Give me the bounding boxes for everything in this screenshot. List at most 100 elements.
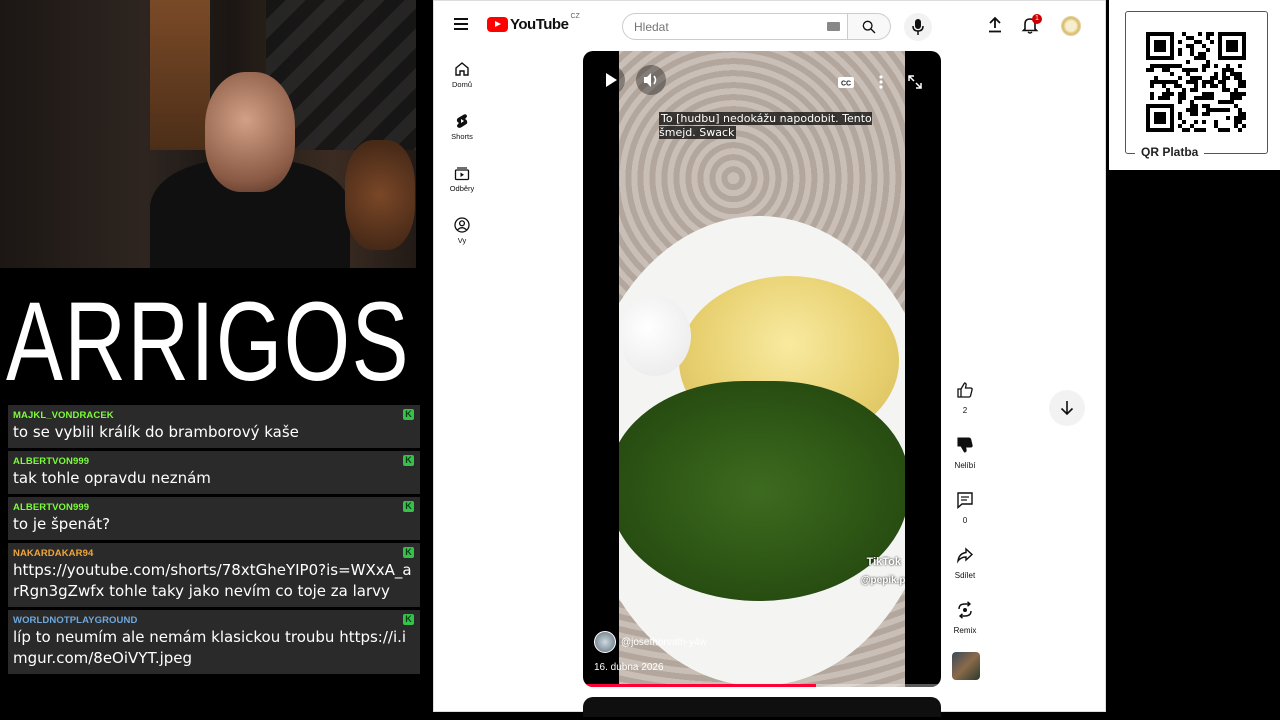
share-icon — [956, 547, 974, 564]
kick-badge-icon: K — [403, 501, 414, 512]
side-nav: Domů Shorts Odběry Vy — [434, 59, 490, 267]
thumbs-up-icon — [957, 382, 973, 398]
chat-message: NAKARDAKAR94 Khttps://youtube.com/shorts/… — [8, 543, 420, 607]
play-icon — [606, 73, 617, 87]
chat-username: ALBERTVON999 — [13, 456, 90, 467]
logo-word: YouTube — [510, 16, 569, 33]
create-button[interactable] — [986, 16, 1004, 39]
chat-message: ALBERTVON999 Kto je špenát? — [8, 497, 420, 540]
share-button[interactable]: Sdílet — [947, 546, 983, 601]
next-short-button[interactable] — [1049, 390, 1085, 426]
nav-shorts[interactable]: Shorts — [434, 111, 490, 163]
youtube-window: YouTube CZ Hledat 1 Domů Shorts Odběry V… — [433, 0, 1106, 717]
channel-avatar[interactable] — [594, 631, 616, 653]
comment-count: 0 — [962, 516, 968, 525]
qr-code — [1146, 32, 1246, 132]
channel-name[interactable]: @josefhorvath-y4w — [621, 637, 707, 648]
upload-icon — [989, 16, 1001, 33]
voice-search-button[interactable] — [904, 13, 932, 41]
microphone-icon — [912, 19, 924, 35]
dislike-label: Nelíbí — [954, 461, 976, 470]
account-avatar[interactable] — [1061, 16, 1081, 36]
keyboard-icon[interactable] — [827, 22, 840, 31]
logo-country: CZ — [570, 13, 580, 20]
chat-username: ALBERTVON999 — [13, 502, 90, 513]
nav-label: Domů — [451, 80, 472, 89]
remix-icon — [958, 601, 972, 619]
qr-payment-panel: QR Platba — [1109, 0, 1280, 170]
chat-panel: MAJKL_VONDRACEK Kto se vyblil králík do b… — [8, 405, 420, 677]
topbar: YouTube CZ Hledat 1 — [434, 1, 1105, 51]
chat-username: WORLDNOTPLAYGROUND — [13, 615, 138, 626]
arrow-down-icon — [1060, 401, 1074, 416]
chat-username: MAJKL_VONDRACEK — [13, 410, 114, 421]
fullscreen-button[interactable] — [900, 67, 930, 97]
qr-frame — [1125, 11, 1268, 154]
chat-text: tak tohle opravdu neznám — [13, 469, 211, 487]
cc-icon: CC — [838, 77, 854, 88]
channel-info[interactable]: @josefhorvath-y4w — [594, 631, 707, 653]
youtube-logo[interactable]: YouTube CZ — [487, 13, 580, 33]
subscriptions-icon — [454, 167, 470, 181]
sound-thumbnail[interactable] — [952, 652, 980, 680]
volume-button[interactable] — [636, 65, 666, 95]
progress-bar[interactable] — [583, 684, 941, 687]
chat-username: NAKARDAKAR94 — [13, 548, 94, 559]
thumbs-down-icon — [957, 437, 973, 453]
chat-text: to je špenát? — [13, 515, 111, 533]
notification-badge: 1 — [1032, 14, 1042, 24]
chat-text: https://youtube.com/shorts/78xtGheYIP0?i… — [13, 561, 412, 600]
chat-text: líp to neumím ale nemám klasickou troubu… — [13, 628, 407, 667]
tiktok-user-watermark: @pepik.pepano — [860, 575, 905, 586]
comments-button[interactable]: 0 — [947, 491, 983, 546]
search-icon — [862, 20, 876, 34]
logo-text: ARRIGOS — [6, 279, 410, 392]
more-vert-icon — [879, 75, 883, 89]
closed-caption: To [hudbu] nedokážu napodobit. Tento šme… — [659, 112, 907, 140]
notifications-button[interactable]: 1 — [1021, 14, 1042, 39]
like-button[interactable]: 2 — [947, 381, 983, 436]
search-input[interactable] — [634, 20, 814, 34]
search-button[interactable] — [848, 13, 891, 40]
kick-badge-icon: K — [403, 614, 414, 625]
menu-icon[interactable] — [454, 18, 468, 30]
channel-logo: ARRIGOS — [0, 262, 416, 404]
shorts-player[interactable]: TikTok @pepik.pepano To [hudbu] nedokážu… — [583, 51, 941, 687]
shorts-icon — [456, 114, 468, 128]
search-box[interactable] — [622, 13, 848, 40]
caption-text: To [hudbu] nedokážu napodobit. Tento šme… — [659, 112, 872, 139]
svg-text:CC: CC — [841, 81, 851, 88]
kick-badge-icon: K — [403, 409, 414, 420]
nav-home[interactable]: Domů — [434, 59, 490, 111]
nav-you[interactable]: Vy — [434, 215, 490, 267]
progress-fill — [583, 684, 816, 687]
chat-text: to se vyblil králík do bramborový kaše — [13, 423, 299, 441]
nav-label: Vy — [457, 236, 467, 245]
chat-message: ALBERTVON999 Ktak tohle opravdu neznám — [8, 451, 420, 494]
dislike-button[interactable]: Nelíbí — [947, 436, 983, 491]
like-count: 2 — [962, 406, 968, 415]
chat-message: WORLDNOTPLAYGROUND Klíp to neumím ale nem… — [8, 610, 420, 674]
tiktok-watermark: TikTok — [866, 556, 901, 568]
kick-badge-icon: K — [403, 455, 414, 466]
remix-button[interactable]: Remix — [947, 601, 983, 656]
expand-icon — [908, 75, 922, 89]
nav-label: Odběry — [449, 184, 475, 193]
play-button[interactable] — [595, 65, 625, 95]
qr-label: QR Platba — [1135, 145, 1205, 159]
you-icon — [454, 217, 470, 233]
nav-subscriptions[interactable]: Odběry — [434, 163, 490, 215]
nav-label: Shorts — [451, 132, 473, 141]
next-short-preview[interactable] — [583, 697, 941, 717]
comment-icon — [957, 492, 973, 509]
volume-icon — [644, 73, 657, 87]
shorts-actions: 2 Nelíbí 0 Sdílet Remix — [947, 381, 983, 656]
share-label: Sdílet — [954, 571, 976, 580]
publish-date: 16. dubna 2026 — [594, 662, 664, 673]
webcam-feed — [0, 0, 416, 268]
captions-button[interactable]: CC — [831, 67, 861, 97]
stream-overlay: ARRIGOS MAJKL_VONDRACEK Kto se vyblil krá… — [0, 0, 425, 720]
remix-label: Remix — [953, 626, 977, 635]
video-frame[interactable]: TikTok @pepik.pepano — [619, 51, 905, 687]
more-options-button[interactable] — [866, 67, 896, 97]
